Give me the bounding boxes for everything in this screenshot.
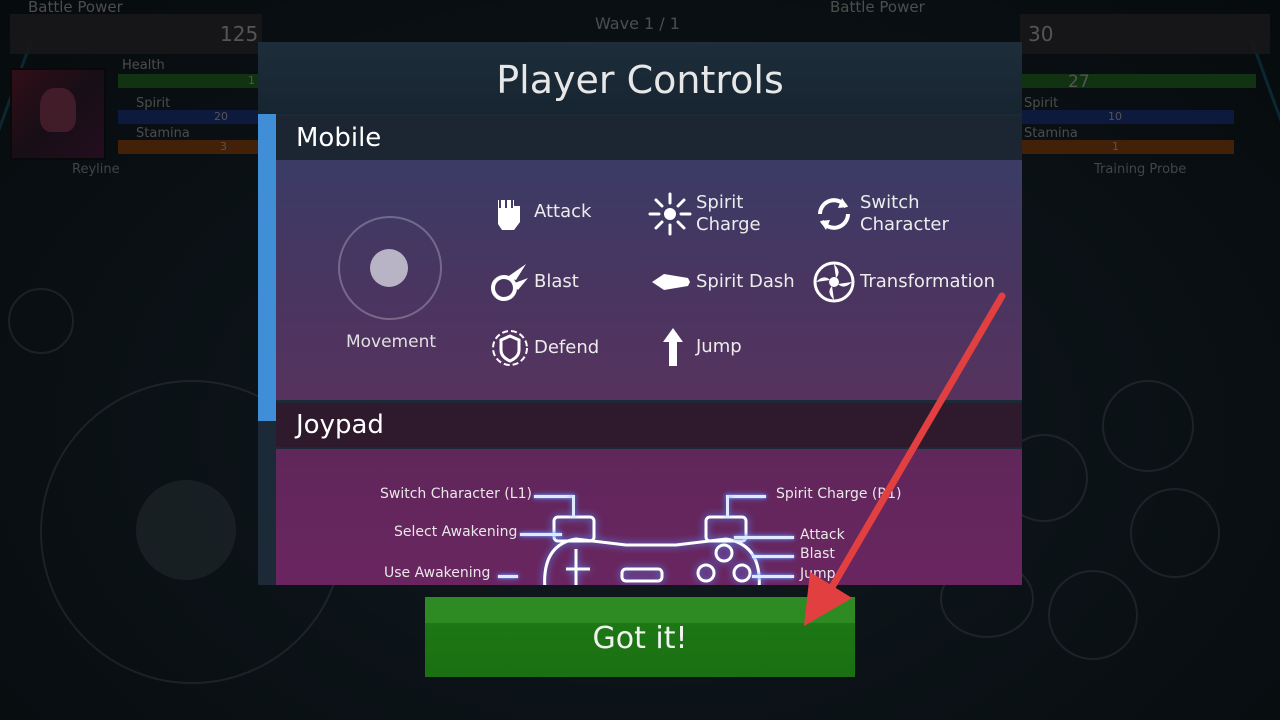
control-jump: Jump <box>660 326 742 368</box>
mobile-section-heading: Mobile <box>276 116 1022 160</box>
control-blast: Blast <box>486 260 579 304</box>
control-switch-character-label: Switch Character <box>860 192 949 235</box>
movement-knob-icon <box>370 249 408 287</box>
joypad-attack-line <box>734 536 794 539</box>
fist-icon <box>498 200 520 230</box>
control-switch-character: Switch Character <box>812 192 949 236</box>
switch-character-icon <box>818 198 850 230</box>
control-blast-label: Blast <box>534 271 579 292</box>
movement-label: Movement <box>345 332 437 352</box>
blast-icon <box>491 264 528 301</box>
joypad-use-awakening-line <box>498 575 518 578</box>
arrow-up-icon <box>663 328 683 366</box>
shield-icon <box>492 330 528 366</box>
control-transformation: Transformation <box>812 260 995 304</box>
control-spirit-dash-label: Spirit Dash <box>696 271 795 292</box>
control-transformation-label: Transformation <box>860 271 996 292</box>
player-controls-modal: Player Controls Mobile Movement Attack S… <box>258 42 1022 585</box>
control-spirit-charge: Spirit Charge <box>648 192 761 236</box>
joypad-jump-line <box>752 575 794 578</box>
spirit-dash-icon <box>652 274 690 290</box>
joypad-controls-panel: Switch Character (L1) Select Awakening U… <box>276 449 1022 585</box>
control-spirit-charge-label: Spirit Charge <box>696 192 761 235</box>
control-defend: Defend <box>490 324 599 372</box>
joypad-select-awakening-label: Select Awakening <box>394 524 518 540</box>
joypad-switch-character-line-v <box>572 495 575 517</box>
joypad-spirit-charge-label: Spirit Charge (R1) <box>776 486 902 502</box>
joypad-use-awakening-label: Use Awakening <box>384 565 491 581</box>
joypad-select-awakening-line <box>520 533 562 536</box>
joypad-blast-line <box>752 555 794 558</box>
joypad-blast-label: Blast <box>800 546 835 562</box>
control-attack-label: Attack <box>534 201 592 222</box>
joypad-jump-label: Jump <box>800 566 836 582</box>
mobile-controls-panel: Movement Attack Spirit Charge Switch Cha… <box>276 160 1022 400</box>
joypad-spirit-charge-line-v <box>726 495 729 517</box>
control-spirit-dash: Spirit Dash <box>650 270 795 294</box>
scroll-indicator[interactable] <box>258 114 276 421</box>
control-defend-label: Defend <box>534 337 600 358</box>
spirit-charge-icon <box>648 192 692 236</box>
joypad-attack-label: Attack <box>800 527 845 543</box>
joypad-section-heading: Joypad <box>276 403 1022 447</box>
got-it-button[interactable]: Got it! <box>425 597 855 677</box>
modal-title: Player Controls <box>258 42 1022 114</box>
joypad-switch-character-line <box>534 495 574 498</box>
transformation-icon <box>813 261 855 303</box>
control-attack: Attack <box>490 190 591 234</box>
joypad-spirit-charge-line <box>726 495 766 498</box>
control-jump-label: Jump <box>696 336 742 357</box>
joypad-switch-character-label: Switch Character (L1) <box>380 486 532 502</box>
